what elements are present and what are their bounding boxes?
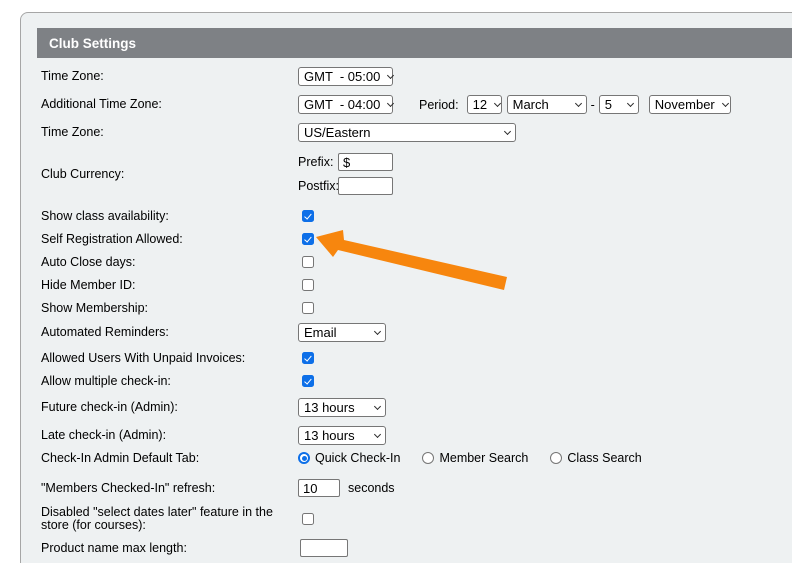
row-allowed-users-unpaid: Allowed Users With Unpaid Invoices: [41,350,314,366]
show-class-availability-label: Show class availability: [41,210,298,223]
time-zone-select[interactable]: GMT - 05:00 [298,67,393,86]
allow-multiple-check-in-checkbox[interactable] [302,375,314,387]
hide-member-id-label: Hide Member ID: [41,279,298,292]
period-end-day-select[interactable]: 5 [599,95,639,114]
check-in-admin-default-tab-label: Check-In Admin Default Tab: [41,452,298,465]
period-label: Period: [419,98,459,112]
radio-option-class-search[interactable]: Class Search [550,451,641,465]
additional-time-zone-label: Additional Time Zone: [41,98,298,111]
row-additional-time-zone: Additional Time Zone: GMT - 04:00 Period… [41,95,731,114]
row-automated-reminders: Automated Reminders: Email [41,323,386,342]
period-start-day-select[interactable]: 12 [467,95,502,114]
chevron-down-icon [627,99,634,106]
chevron-down-icon [387,99,394,106]
show-membership-label: Show Membership: [41,302,298,315]
disabled-select-dates-later-checkbox[interactable] [302,513,314,525]
period-end-month-select[interactable]: November [649,95,731,114]
future-check-in-select[interactable]: 13 hours [298,398,386,417]
currency-prefix-input[interactable] [338,153,393,171]
chevron-down-icon [374,430,381,437]
row-product-name-max-length: Product name max length: [41,538,348,558]
row-time-zone: Time Zone: GMT - 05:00 [41,67,393,86]
chevron-down-icon [504,127,511,134]
chevron-down-icon [387,71,394,78]
chevron-down-icon [575,99,582,106]
radio-option-quick-check-in[interactable]: Quick Check-In [298,451,400,465]
time-zone-name-label: Time Zone: [41,126,298,139]
self-registration-allowed-checkbox[interactable] [302,233,314,245]
row-show-membership: Show Membership: [41,300,314,316]
chevron-down-icon [374,402,381,409]
radio-icon[interactable] [298,452,310,464]
row-late-check-in: Late check-in (Admin): 13 hours [41,426,386,445]
refresh-seconds-suffix: seconds [348,481,395,495]
late-check-in-label: Late check-in (Admin): [41,429,298,442]
time-zone-label: Time Zone: [41,70,298,83]
currency-postfix-input[interactable] [338,177,393,195]
row-time-zone-name: Time Zone: US/Eastern [41,123,516,142]
check-icon [304,353,311,361]
chevron-down-icon [494,99,501,106]
row-hide-member-id: Hide Member ID: [41,277,314,293]
disabled-select-dates-later-label: Disabled "select dates later" feature in… [41,506,298,532]
product-name-max-length-label: Product name max length: [41,542,298,555]
members-checked-in-refresh-label: "Members Checked-In" refresh: [41,482,298,495]
row-members-checked-in-refresh: "Members Checked-In" refresh: seconds [41,478,395,498]
self-registration-allowed-label: Self Registration Allowed: [41,233,298,246]
show-class-availability-checkbox[interactable] [302,210,314,222]
chevron-down-icon [722,99,729,106]
check-icon [304,211,311,219]
allowed-users-unpaid-label: Allowed Users With Unpaid Invoices: [41,352,298,365]
period-separator: - [591,98,595,112]
postfix-label: Postfix: [298,179,338,193]
radio-icon[interactable] [422,452,434,464]
prefix-label: Prefix: [298,155,338,169]
chevron-down-icon [374,327,381,334]
radio-icon[interactable] [550,452,562,464]
check-icon [304,376,311,384]
allow-multiple-check-in-label: Allow multiple check-in: [41,375,298,388]
future-check-in-label: Future check-in (Admin): [41,401,298,414]
club-currency-label: Club Currency: [41,168,298,181]
club-settings-panel: Club Settings Time Zone: GMT - 05:00 Add… [20,12,792,563]
row-allow-multiple-check-in: Allow multiple check-in: [41,373,314,389]
late-check-in-select[interactable]: 13 hours [298,426,386,445]
auto-close-days-checkbox[interactable] [302,256,314,268]
panel-header: Club Settings [37,28,792,58]
automated-reminders-label: Automated Reminders: [41,326,298,339]
period-start-month-select[interactable]: March [507,95,587,114]
show-membership-checkbox[interactable] [302,302,314,314]
time-zone-name-select[interactable]: US/Eastern [298,123,516,142]
row-auto-close-days: Auto Close days: [41,254,314,270]
hide-member-id-checkbox[interactable] [302,279,314,291]
additional-time-zone-select[interactable]: GMT - 04:00 [298,95,393,114]
auto-close-days-label: Auto Close days: [41,256,298,269]
product-name-max-length-input[interactable] [300,539,348,557]
panel-title: Club Settings [37,36,136,51]
radio-option-member-search[interactable]: Member Search [422,451,528,465]
row-future-check-in: Future check-in (Admin): 13 hours [41,398,386,417]
row-self-registration-allowed: Self Registration Allowed: [41,231,314,247]
page: Club Settings Time Zone: GMT - 05:00 Add… [0,0,792,563]
automated-reminders-select[interactable]: Email [298,323,386,342]
row-check-in-admin-default-tab: Check-In Admin Default Tab: Quick Check-… [41,450,664,466]
refresh-seconds-input[interactable] [298,479,340,497]
row-disabled-select-dates-later: Disabled "select dates later" feature in… [41,501,314,537]
check-icon [304,234,311,242]
row-show-class-availability: Show class availability: [41,208,314,224]
allowed-users-unpaid-checkbox[interactable] [302,352,314,364]
row-club-currency: Club Currency: Prefix: Postfix: [41,153,393,195]
